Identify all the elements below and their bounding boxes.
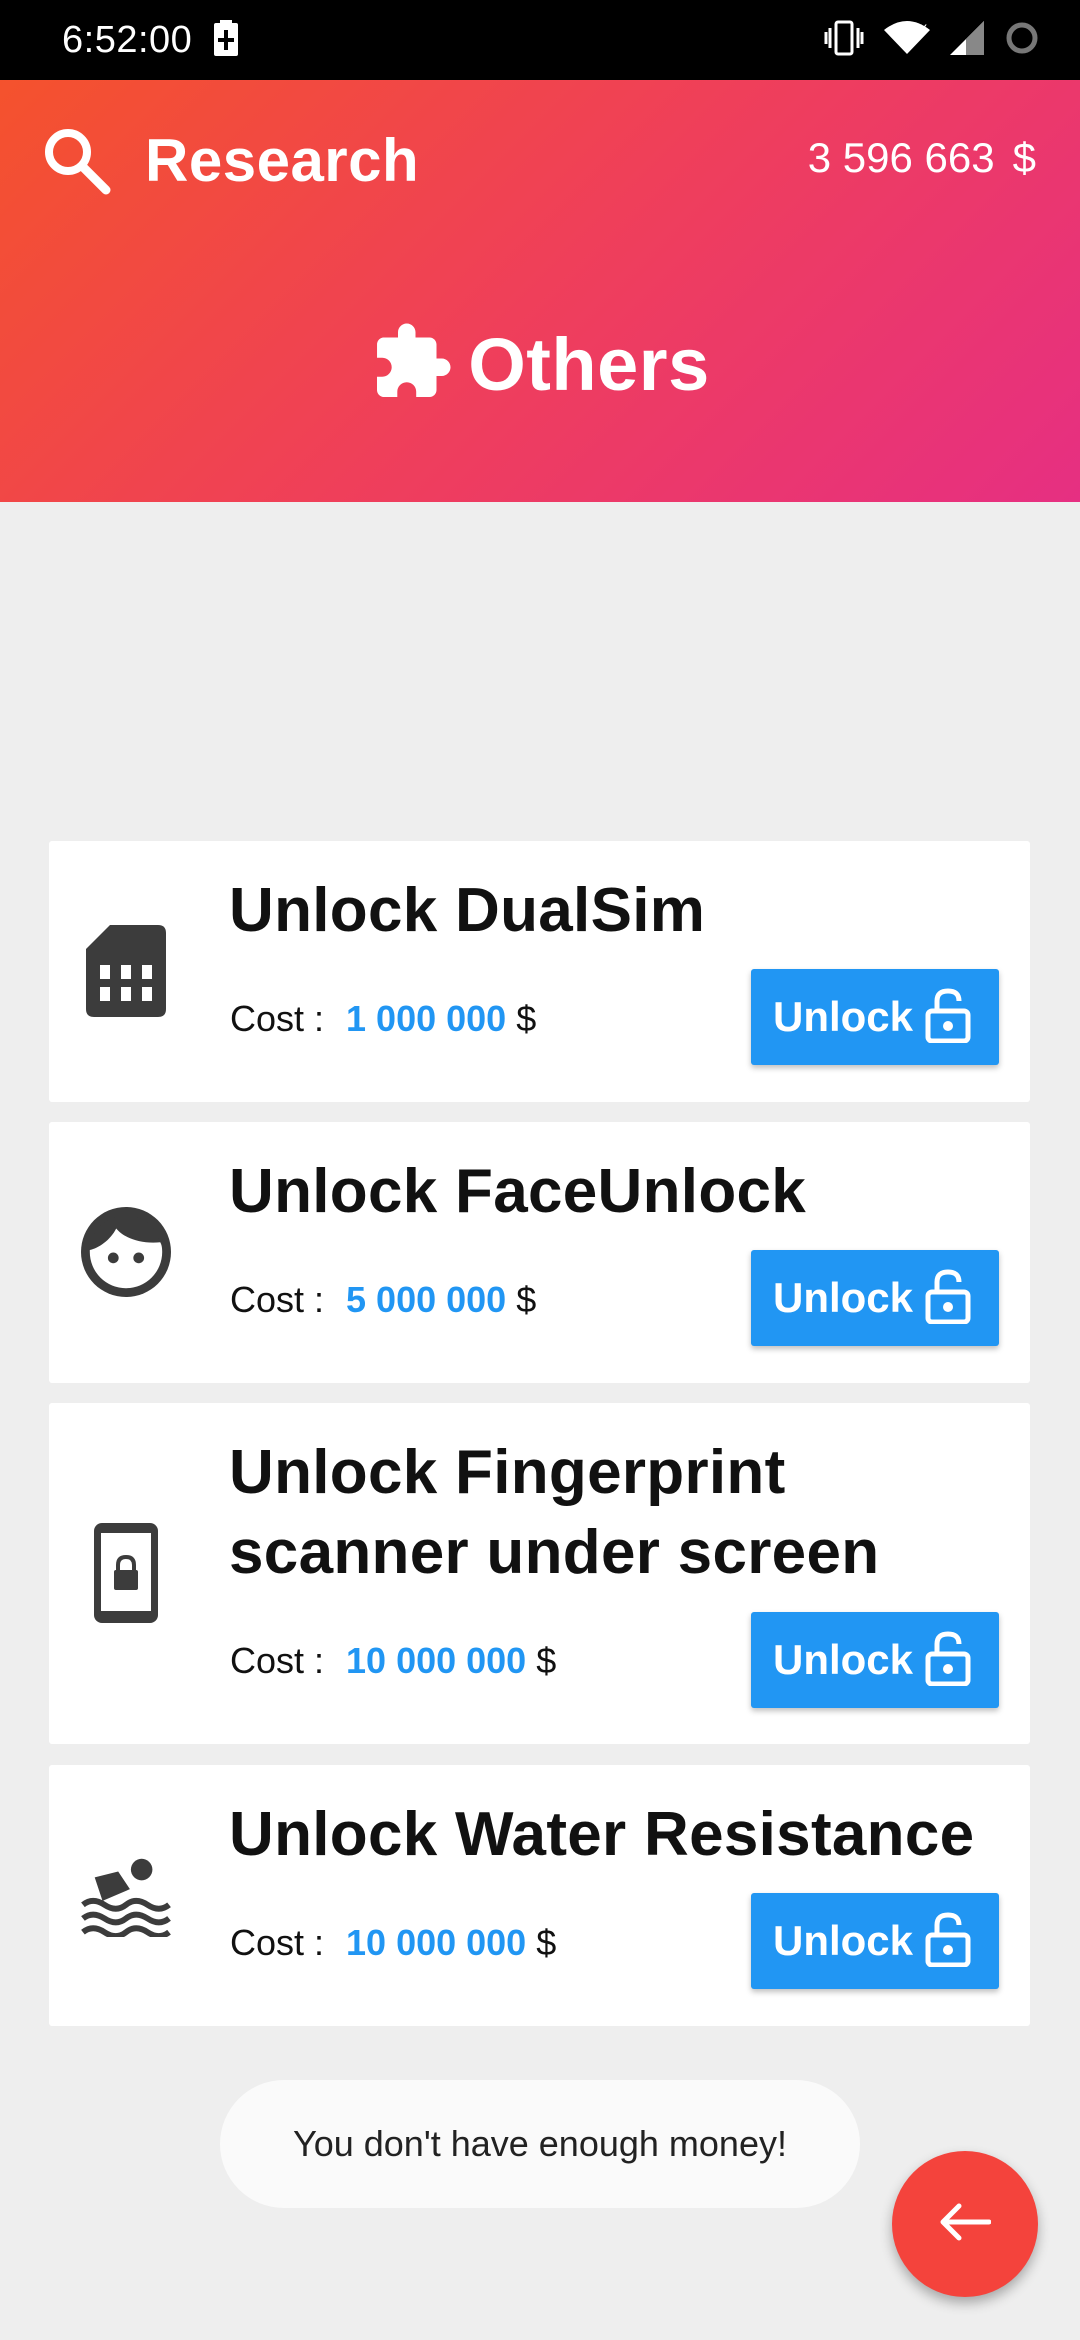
category-label: Others bbox=[468, 323, 710, 406]
phone-lock-icon bbox=[81, 1523, 171, 1623]
upgrade-title: Unlock DualSim bbox=[229, 876, 706, 945]
battery-charging-icon bbox=[214, 19, 239, 61]
unlock-button[interactable]: Unlock bbox=[751, 1893, 999, 1989]
cost-line: Cost : 5 000 000 $ bbox=[230, 1279, 536, 1321]
upgrade-card: Unlock Fingerprint scanner under screen … bbox=[49, 1403, 1030, 1744]
toast-message: You don't have enough money! bbox=[220, 2080, 860, 2208]
lock-open-icon bbox=[925, 1630, 971, 1691]
status-bar: 6:52:00 x bbox=[0, 0, 1080, 80]
vibrate-icon bbox=[824, 20, 864, 61]
upgrade-title: Unlock Water Resistance bbox=[229, 1800, 975, 1869]
upgrade-card: Unlock FaceUnlock Cost : 5 000 000 $ Unl… bbox=[49, 1122, 1030, 1383]
svg-text:x: x bbox=[920, 20, 927, 35]
upgrade-title-line: scanner under screen bbox=[229, 1518, 880, 1587]
money-currency: $ bbox=[1012, 134, 1036, 181]
search-icon[interactable] bbox=[40, 124, 112, 201]
puzzle-icon bbox=[370, 320, 454, 409]
upgrade-title: Unlock FaceUnlock bbox=[229, 1157, 807, 1226]
cost-value: 10 000 000 bbox=[346, 1922, 527, 1963]
cost-label: Cost : bbox=[230, 1640, 325, 1681]
page-title: Research bbox=[145, 127, 420, 194]
face-icon bbox=[81, 1202, 171, 1302]
cost-line: Cost : 10 000 000 $ bbox=[230, 1922, 556, 1964]
cost-currency: $ bbox=[516, 998, 537, 1039]
cost-value: 5 000 000 bbox=[346, 1279, 507, 1320]
lock-open-icon bbox=[925, 987, 971, 1048]
sim-card-icon bbox=[81, 921, 171, 1021]
lock-open-icon bbox=[925, 1268, 971, 1329]
wifi-icon: x bbox=[884, 19, 930, 61]
signal-icon bbox=[950, 20, 984, 60]
ring-icon bbox=[1004, 20, 1040, 61]
upgrade-card: Unlock DualSim Cost : 1 000 000 $ Unlock bbox=[49, 841, 1030, 1102]
money-balance: 3 596 663 $ bbox=[808, 134, 1036, 182]
unlock-label: Unlock bbox=[773, 1636, 914, 1683]
cost-value: 10 000 000 bbox=[346, 1640, 527, 1681]
upgrade-card: Unlock Water Resistance Cost : 10 000 00… bbox=[49, 1765, 1030, 2026]
lock-open-icon bbox=[925, 1911, 971, 1972]
cost-value: 1 000 000 bbox=[346, 998, 507, 1039]
cost-currency: $ bbox=[536, 1922, 557, 1963]
upgrade-title: Unlock Fingerprint scanner under screen bbox=[229, 1433, 879, 1593]
category-heading: Others bbox=[0, 320, 1080, 409]
cost-label: Cost : bbox=[230, 1922, 325, 1963]
cost-label: Cost : bbox=[230, 998, 325, 1039]
cost-currency: $ bbox=[536, 1640, 557, 1681]
cost-line: Cost : 10 000 000 $ bbox=[230, 1640, 556, 1682]
unlock-label: Unlock bbox=[773, 1917, 914, 1964]
back-button[interactable] bbox=[892, 2151, 1038, 2297]
upgrade-title-line: Unlock Fingerprint bbox=[229, 1438, 786, 1507]
cost-label: Cost : bbox=[230, 1279, 325, 1320]
unlock-label: Unlock bbox=[773, 993, 914, 1040]
swimming-icon bbox=[81, 1845, 171, 1945]
header: Research 3 596 663 $ Others bbox=[0, 80, 1080, 502]
unlock-button[interactable]: Unlock bbox=[751, 1250, 999, 1346]
money-amount: 3 596 663 bbox=[807, 134, 995, 181]
cost-currency: $ bbox=[516, 1279, 537, 1320]
unlock-button[interactable]: Unlock bbox=[751, 1612, 999, 1708]
unlock-label: Unlock bbox=[773, 1274, 914, 1321]
unlock-button[interactable]: Unlock bbox=[751, 969, 999, 1065]
arrow-left-icon bbox=[939, 2202, 992, 2247]
status-time: 6:52:00 bbox=[62, 18, 193, 61]
cost-line: Cost : 1 000 000 $ bbox=[230, 998, 536, 1040]
